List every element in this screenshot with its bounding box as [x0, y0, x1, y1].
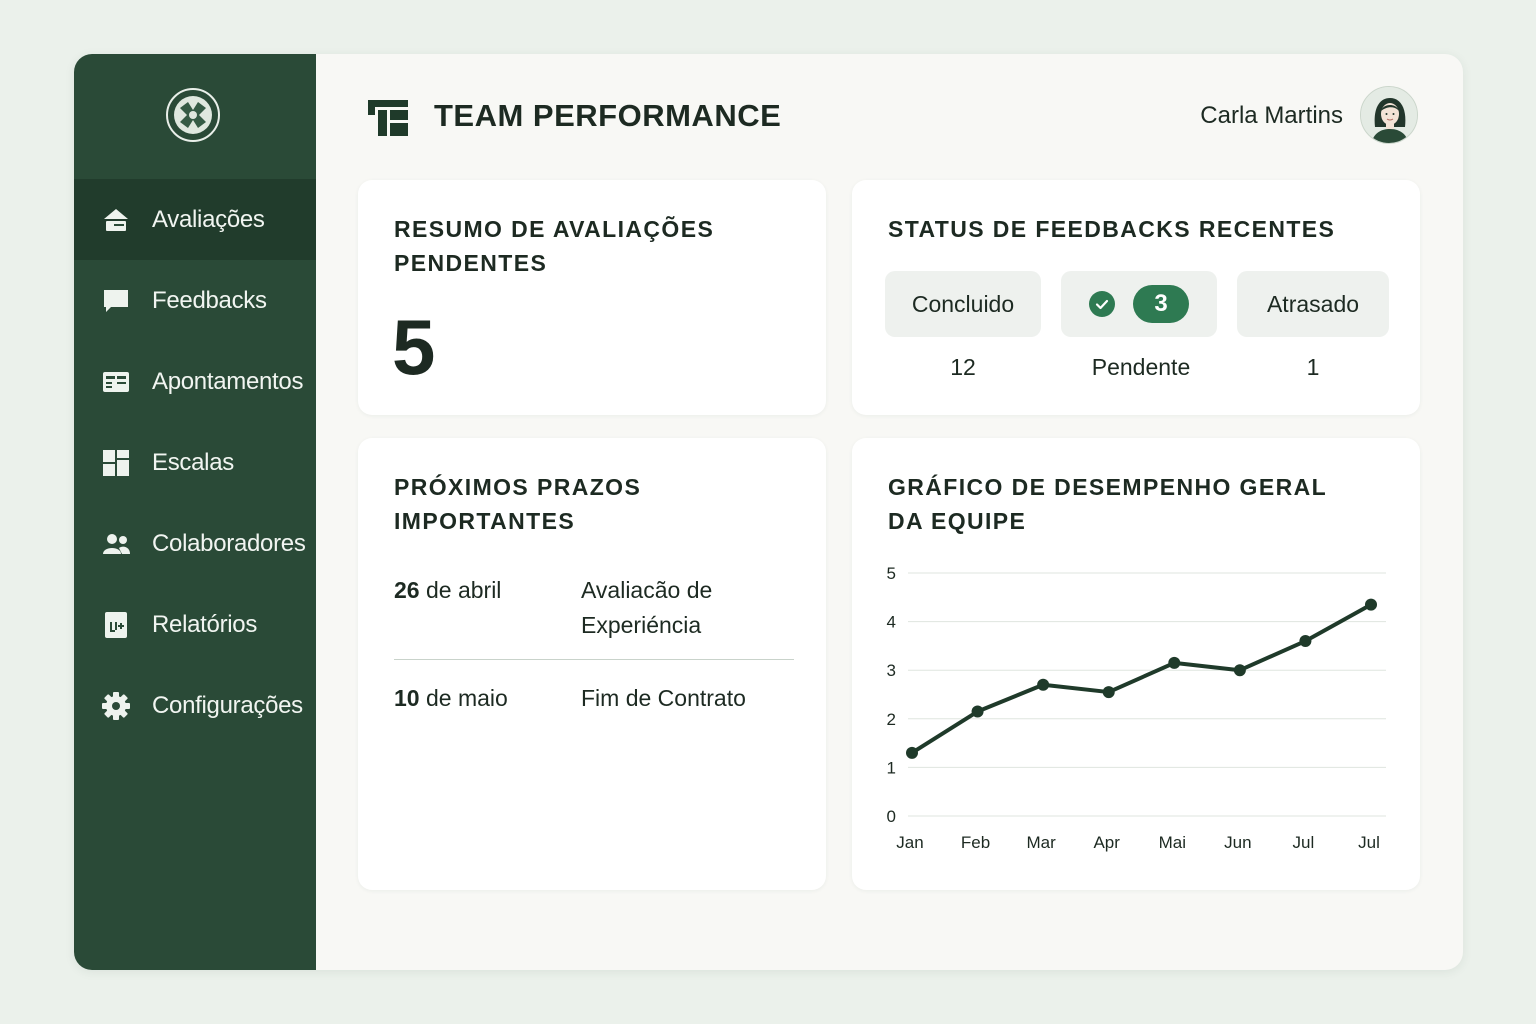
y-tick-label: 5	[887, 564, 896, 583]
pending-label: Pendente	[1091, 354, 1191, 380]
page-title: TEAM PERFORMANCE	[434, 98, 782, 133]
data-point	[1102, 686, 1115, 699]
sidebar-item-relatorios[interactable]: Relatórios	[74, 584, 316, 665]
avatar[interactable]	[1360, 86, 1418, 144]
app-window: Avaliações Feedbacks Apontamentos Escala…	[74, 54, 1463, 970]
x-tick-label: Mai	[1159, 833, 1186, 852]
card-title: RESUMO DE AVALIAÇÕES PENDENTES	[394, 216, 715, 276]
deadline-description: Avaliacão de Experiéncia	[581, 577, 713, 638]
deadline-row[interactable]: 10 de maio Fim de Contrato	[394, 681, 794, 721]
x-tick-label: Apr	[1093, 833, 1120, 852]
feedback-status-card: STATUS DE FEEDBACKS RECENTES Concluido 3…	[852, 180, 1420, 415]
sidebar-item-escalas[interactable]: Escalas	[74, 422, 316, 503]
deadline-description: Fim de Contrato	[581, 685, 746, 711]
y-tick-label: 3	[887, 661, 896, 680]
card-title: STATUS DE FEEDBACKS RECENTES	[888, 216, 1336, 242]
user-name[interactable]: Carla Martins	[1200, 102, 1343, 130]
sidebar-item-label: Colaboradores	[152, 529, 306, 557]
sidebar: Avaliações Feedbacks Apontamentos Escala…	[74, 54, 316, 970]
data-point	[1299, 635, 1312, 648]
y-tick-label: 1	[887, 758, 896, 777]
concluded-count: 12	[950, 354, 976, 380]
data-point	[906, 746, 918, 759]
deadline-month: de abril	[419, 577, 502, 603]
status-pending-box[interactable]: 3	[1061, 271, 1217, 337]
data-point	[1365, 598, 1377, 611]
data-point	[1168, 656, 1181, 669]
sidebar-item-avaliacoes[interactable]: Avaliações	[74, 179, 316, 260]
deadline-day: 26	[394, 577, 420, 603]
x-tick-label: Jul	[1293, 833, 1315, 852]
sidebar-item-feedbacks[interactable]: Feedbacks	[74, 260, 316, 341]
id-card-icon	[100, 366, 132, 398]
dashboard-grid-icon	[368, 100, 408, 136]
people-icon	[100, 528, 132, 560]
chat-bubble-icon	[100, 285, 132, 317]
deadline-day: 10	[394, 685, 420, 711]
x-tick-label: Mar	[1027, 833, 1057, 852]
x-tick-label: Jan	[896, 833, 923, 852]
late-count: 1	[1306, 354, 1320, 380]
status-late-box[interactable]: Atrasado	[1237, 271, 1389, 337]
sidebar-item-label: Avaliações	[152, 205, 265, 233]
card-title: PRÓXIMOS PRAZOS IMPORTANTES	[394, 474, 642, 534]
status-concluded-box[interactable]: Concluido	[885, 271, 1041, 337]
sidebar-item-colaboradores[interactable]: Colaboradores	[74, 503, 316, 584]
pending-evaluations-card: RESUMO DE AVALIAÇÕES PENDENTES 5	[358, 180, 826, 415]
grid-icon	[100, 447, 132, 479]
deadline-date: 26 de abril	[394, 573, 574, 608]
performance-line-chart: 0 1 2 3 4 5 Jan Feb Mar Apr Mai Jun Jul Jul	[887, 564, 1386, 852]
data-point	[1037, 678, 1050, 691]
x-tick-label: Feb	[961, 833, 990, 852]
status-late-label: Atrasado	[1266, 290, 1360, 317]
data-point	[971, 705, 984, 718]
report-icon	[100, 609, 132, 641]
sidebar-item-label: Apontamentos	[152, 367, 304, 395]
deadlines-card: PRÓXIMOS PRAZOS IMPORTANTES 26 de abril …	[358, 438, 826, 890]
check-icon	[1089, 291, 1115, 317]
sidebar-item-label: Configurações	[152, 691, 303, 719]
deadline-month: de maio	[419, 685, 508, 711]
pending-count-badge: 3	[1133, 285, 1189, 323]
sidebar-item-label: Relatórios	[152, 610, 258, 638]
y-tick-label: 4	[887, 613, 896, 632]
data-point	[1233, 664, 1246, 677]
logo-icon	[166, 88, 220, 142]
sidebar-item-label: Feedbacks	[152, 286, 267, 314]
x-tick-label: Jun	[1224, 833, 1251, 852]
divider	[394, 659, 794, 660]
gear-icon	[100, 690, 132, 722]
x-tick-label: Jul	[1358, 833, 1380, 852]
deadline-row[interactable]: 26 de abril Avaliacão de Experiéncia	[394, 573, 794, 653]
sidebar-item-label: Escalas	[152, 448, 234, 476]
sidebar-item-configuracoes[interactable]: Configurações	[74, 665, 316, 746]
status-concluded-label: Concluido	[911, 290, 1015, 317]
home-icon	[100, 204, 132, 236]
series-line	[910, 602, 1373, 755]
sidebar-item-apontamentos[interactable]: Apontamentos	[74, 341, 316, 422]
y-tick-label: 2	[887, 710, 896, 729]
pending-count: 5	[392, 303, 436, 391]
sidebar-nav: Avaliações Feedbacks Apontamentos Escala…	[74, 179, 316, 746]
y-tick-label: 0	[887, 807, 896, 826]
performance-chart-card: GRÁFICO DE DESEMPENHO GERAL DA EQUIPE 01…	[852, 438, 1420, 890]
deadline-date: 10 de maio	[394, 681, 574, 716]
